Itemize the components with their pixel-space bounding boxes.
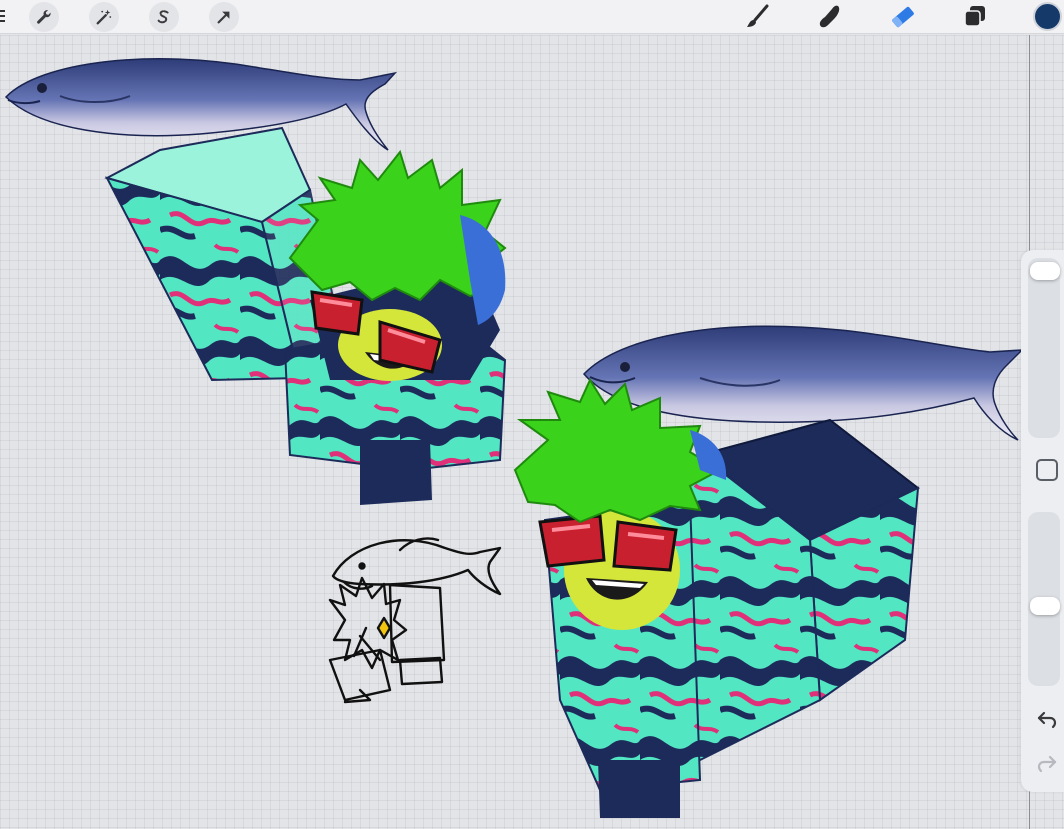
brush-size-slider[interactable] — [1028, 258, 1060, 438]
layers-icon — [964, 6, 985, 27]
eraser-tool-button[interactable] — [886, 2, 920, 32]
arrow-cursor-icon — [217, 11, 230, 24]
opacity-handle[interactable] — [1030, 597, 1060, 615]
layers-button[interactable] — [958, 2, 992, 32]
transform-button[interactable] — [209, 2, 239, 32]
top-toolbar — [0, 0, 1064, 34]
actions-button[interactable] — [29, 2, 59, 32]
magic-wand-icon — [96, 9, 112, 25]
redo-button[interactable] — [1034, 750, 1060, 776]
gallery-menu-icon[interactable] — [0, 9, 6, 23]
modify-button[interactable] — [1036, 459, 1058, 481]
undo-button[interactable] — [1034, 706, 1060, 732]
smudge-finger-icon — [819, 5, 840, 28]
brush-tool-button[interactable] — [741, 2, 775, 32]
selection-s-icon — [157, 10, 169, 24]
adjustments-button[interactable] — [89, 2, 119, 32]
brush-icon — [747, 4, 769, 27]
side-toolbar — [1021, 250, 1064, 792]
color-picker-button[interactable] — [1033, 2, 1062, 31]
undo-icon — [1037, 711, 1057, 729]
procreate-app — [0, 0, 1064, 829]
redo-icon — [1037, 755, 1057, 773]
brush-size-handle[interactable] — [1030, 262, 1060, 280]
opacity-slider[interactable] — [1028, 512, 1060, 686]
wrench-icon — [37, 10, 51, 24]
selection-button[interactable] — [149, 2, 179, 32]
drawing-canvas[interactable] — [0, 35, 1064, 829]
eraser-icon — [892, 6, 914, 28]
smudge-tool-button[interactable] — [813, 2, 847, 32]
